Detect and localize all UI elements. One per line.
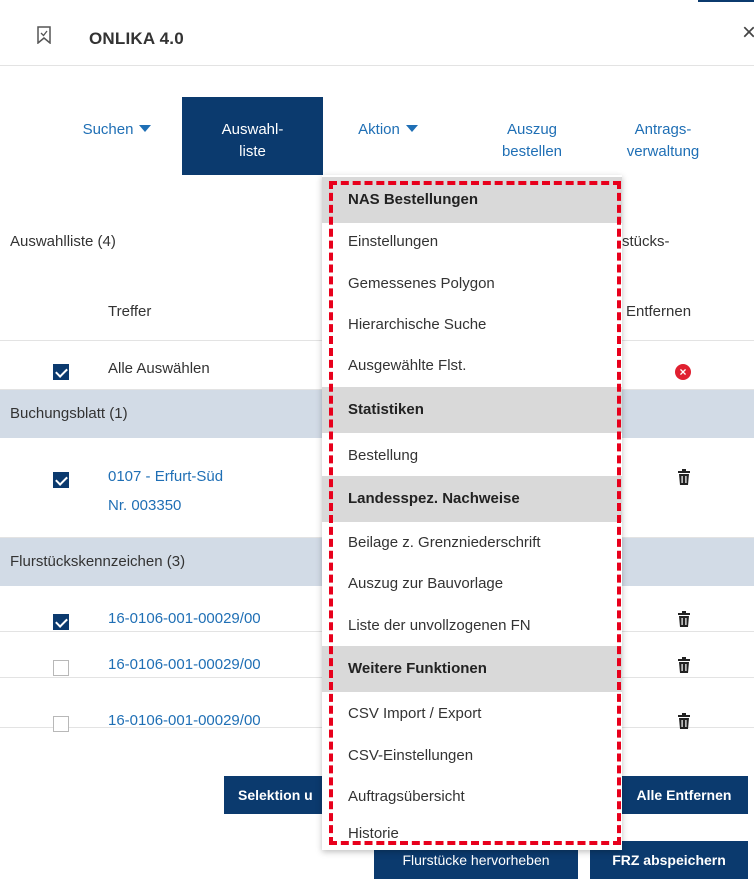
select-all-checkbox[interactable] <box>53 364 69 380</box>
tab-auswahlliste-line1: Auswahl- <box>221 121 284 138</box>
row-checkbox[interactable] <box>53 472 69 488</box>
selection-list-title: Auswahlliste (4) <box>10 233 116 250</box>
aktion-dropdown-menu: NAS Bestellungen Einstellungen Gemessene… <box>322 175 622 850</box>
row-checkbox[interactable] <box>53 716 69 732</box>
menu-item-csv-einstellungen[interactable]: CSV-Einstellungen <box>322 736 622 776</box>
menu-section-statistiken: Statistiken <box>322 387 622 433</box>
row-link[interactable]: 16-0106-001-00029/00 <box>108 610 261 627</box>
panel-header: ONLIKA 4.0 × <box>0 0 754 66</box>
trash-icon[interactable] <box>677 657 691 673</box>
tab-auswahlliste[interactable]: Auswahl- liste <box>182 97 323 175</box>
row-checkbox[interactable] <box>53 660 69 676</box>
menu-item-beilage-grenzniederschrift[interactable]: Beilage z. Grenzniederschrift <box>322 523 622 563</box>
tab-aktion[interactable]: Aktion <box>323 97 453 175</box>
menu-item-csv-import-export[interactable]: CSV Import / Export <box>322 694 622 734</box>
menu-item-auszug-bauvorlage[interactable]: Auszug zur Bauvorlage <box>322 564 622 604</box>
tab-antragsverwaltung[interactable]: Antrags- verwaltung <box>598 97 728 175</box>
remove-all-button[interactable]: Alle Entfernen <box>620 776 748 814</box>
remove-all-icon[interactable]: × <box>675 364 691 380</box>
column-header-treffer: Treffer <box>108 303 152 320</box>
menu-section-weitere-funktionen: Weitere Funktionen <box>322 646 622 692</box>
select-all-label: Alle Auswählen <box>108 360 210 377</box>
tab-suchen-label: Suchen <box>82 121 134 138</box>
trash-icon[interactable] <box>677 713 691 729</box>
tab-auszug-line2: bestellen <box>501 143 563 160</box>
menu-item-liste-unvollzogene-fn[interactable]: Liste der unvollzogenen FN <box>322 606 622 646</box>
close-icon[interactable]: × <box>742 21 754 45</box>
row-checkbox[interactable] <box>53 614 69 630</box>
tab-suchen[interactable]: Suchen <box>52 97 182 175</box>
app-title: ONLIKA 4.0 <box>89 29 184 48</box>
tab-antrags-line2: verwaltung <box>626 143 700 160</box>
menu-item-bestellung[interactable]: Bestellung <box>322 436 622 476</box>
selektion-button[interactable]: Selektion u <box>224 776 328 814</box>
row-link-line1[interactable]: 0107 - Erfurt-Süd <box>108 468 223 485</box>
menu-section-nas-bestellungen: NAS Bestellungen <box>322 177 622 223</box>
row-link[interactable]: 16-0106-001-00029/00 <box>108 656 261 673</box>
menu-item-auftragsuebersicht[interactable]: Auftragsübersicht <box>322 777 622 817</box>
menu-item-hierarchische-suche[interactable]: Hierarchische Suche <box>322 305 622 345</box>
tab-bar: Suchen Auswahl- liste Aktion Auszug best… <box>0 97 754 175</box>
tab-aktion-label: Aktion <box>358 121 400 138</box>
menu-section-landesspez-nachweise: Landesspez. Nachweise <box>322 476 622 522</box>
chevron-down-icon <box>405 125 418 132</box>
tab-auswahlliste-line2: liste <box>239 143 266 160</box>
tab-auszug-bestellen[interactable]: Auszug bestellen <box>466 97 598 175</box>
menu-item-historie[interactable]: Historie <box>322 818 622 850</box>
row-link[interactable]: 16-0106-001-00029/00 <box>108 712 261 729</box>
menu-item-gemessenes-polygon[interactable]: Gemessenes Polygon <box>322 264 622 304</box>
partial-column-label: stücks- <box>622 233 670 250</box>
menu-item-ausgewaehlte-flst[interactable]: Ausgewählte Flst. <box>322 346 622 386</box>
row-link-line2[interactable]: Nr. 003350 <box>108 497 181 514</box>
tab-antrags-line1: Antrags- <box>634 121 692 138</box>
chevron-down-icon <box>139 125 152 132</box>
column-header-entfernen: Entfernen <box>626 303 692 320</box>
trash-icon[interactable] <box>677 469 691 485</box>
bookmark-icon[interactable] <box>36 26 52 44</box>
tab-auszug-line1: Auszug <box>506 121 558 138</box>
menu-item-einstellungen[interactable]: Einstellungen <box>322 222 622 262</box>
trash-icon[interactable] <box>677 611 691 627</box>
